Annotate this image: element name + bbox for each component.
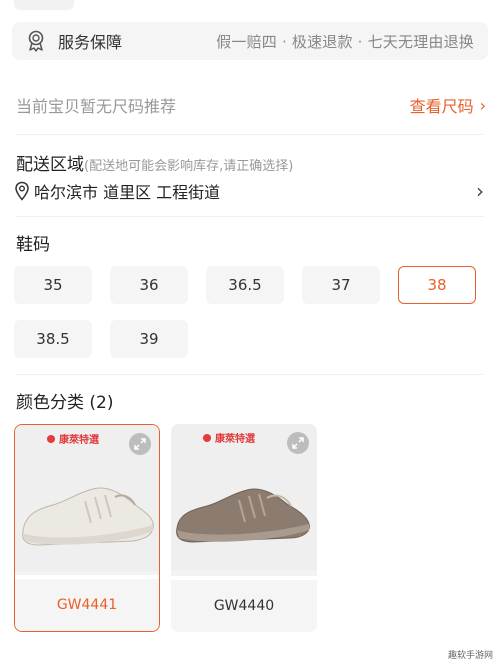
- shoe-size-title: 鞋码: [16, 235, 50, 255]
- size-option-37[interactable]: 37: [302, 266, 380, 304]
- chevron-right-icon: ›: [479, 95, 486, 115]
- service-label: 服务保障: [58, 33, 123, 52]
- chevron-right-icon: ›: [476, 179, 484, 203]
- size-option-35[interactable]: 35: [14, 266, 92, 304]
- color-option-name: GW4441: [15, 575, 159, 631]
- color-option-name: GW4440: [171, 576, 317, 632]
- delivery-subtitle: (配送地可能会影响库存,请正确选择): [84, 159, 294, 174]
- service-description: 假一赔四 · 极速退款 · 七天无理由退换: [216, 32, 474, 51]
- view-size-label: 查看尺码: [409, 97, 474, 116]
- brand-dot-icon: [203, 433, 211, 442]
- brand-name: 康萊特選: [59, 435, 99, 446]
- expand-icon[interactable]: [129, 433, 151, 455]
- view-size-link[interactable]: 查看尺码 ›: [410, 93, 486, 117]
- delivery-address-row[interactable]: 哈尔滨市 道里区 工程街道 ›: [14, 178, 484, 204]
- size-recommendation-text: 当前宝贝暂无尺码推荐: [16, 97, 177, 116]
- size-option-36[interactable]: 36: [110, 266, 188, 304]
- size-option-39[interactable]: 39: [110, 320, 188, 358]
- size-recommendation-row: 当前宝贝暂无尺码推荐 查看尺码 ›: [16, 92, 486, 118]
- color-option-gw4440[interactable]: 康萊特選 GW4440: [171, 424, 317, 632]
- badge-icon: [28, 30, 44, 52]
- delivery-address: 哈尔滨市 道里区 工程街道: [34, 183, 221, 202]
- size-option-36-5[interactable]: 36.5: [206, 266, 284, 304]
- brand-dot-icon: [47, 434, 55, 443]
- delivery-title: 配送区域(配送地可能会影响库存,请正确选择): [16, 150, 293, 175]
- sneaker-image-brown: [176, 488, 310, 543]
- divider: [16, 134, 484, 135]
- brand-logo: 康萊特選: [203, 430, 255, 445]
- divider: [16, 374, 484, 375]
- service-guarantee-row[interactable]: 服务保障 假一赔四 · 极速退款 · 七天无理由退换: [12, 22, 488, 60]
- location-pin-icon: [15, 181, 29, 201]
- color-title: 颜色分类 (2): [16, 393, 114, 413]
- sneaker-image-white: [22, 487, 154, 546]
- delivery-title-text: 配送区域: [16, 155, 84, 175]
- size-option-38[interactable]: 38: [398, 266, 476, 304]
- size-option-38-5[interactable]: 38.5: [14, 320, 92, 358]
- brand-logo: 康萊特選: [47, 431, 99, 446]
- divider: [16, 216, 484, 217]
- watermark: 趣软手游网: [444, 647, 496, 662]
- color-option-gw4441[interactable]: 康萊特選 GW4441: [14, 424, 160, 632]
- previous-section-stub: [14, 0, 74, 10]
- expand-icon[interactable]: [287, 432, 309, 454]
- brand-name: 康萊特選: [215, 434, 255, 445]
